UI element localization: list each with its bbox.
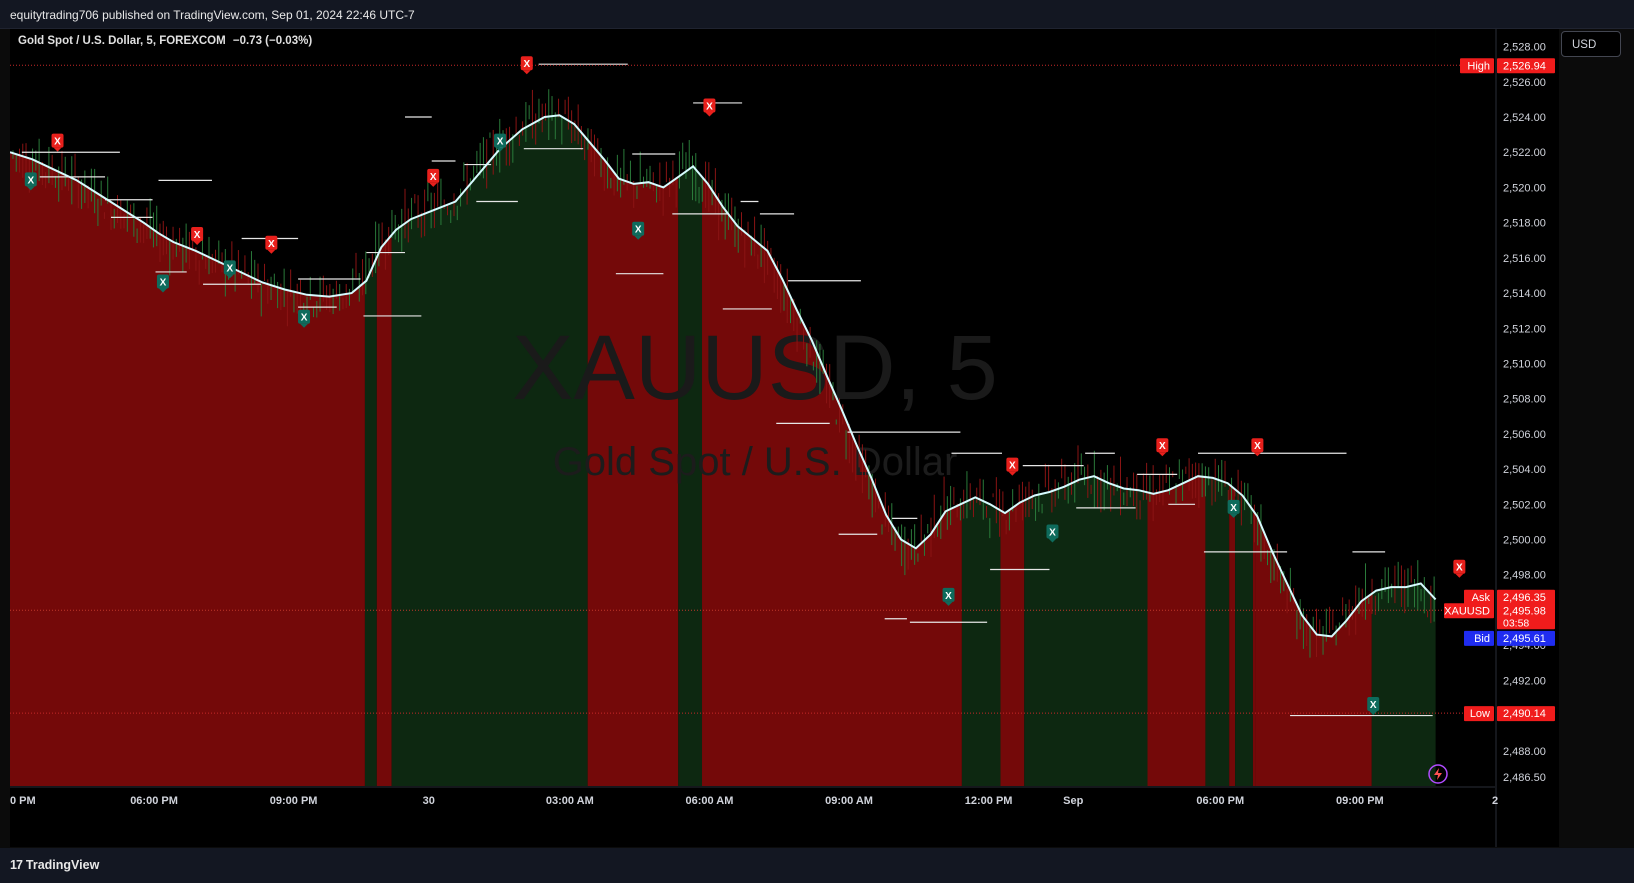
marker-label: X: [226, 263, 233, 274]
price-tag-value: 2,495.98: [1503, 605, 1546, 617]
symbol-legend: Gold Spot / U.S. Dollar, 5, FOREXCOM −0.…: [18, 35, 312, 47]
x-tick-label: 09:00 PM: [270, 795, 318, 807]
price-tag-name: Ask: [1472, 592, 1491, 604]
chart-right-mask: [1435, 29, 1495, 786]
publish-header: equitytrading706 published on TradingVie…: [0, 0, 1634, 29]
x-tick-label: 2: [1492, 795, 1498, 807]
y-tick-label: 2,516.00: [1503, 253, 1546, 265]
x-tick-label: 06:00 AM: [685, 795, 733, 807]
y-tick-label: 2,520.00: [1503, 182, 1546, 194]
marker-label: X: [430, 172, 437, 183]
y-tick-label: 2,510.00: [1503, 358, 1546, 370]
y-tick-label: 2,498.00: [1503, 570, 1546, 582]
price-tag-name: Bid: [1474, 633, 1490, 645]
y-tick-label: 2,488.00: [1503, 746, 1546, 758]
price-tag-bid: Bid 2,495.61: [1464, 630, 1555, 646]
price-tag-value: 2,490.14: [1503, 708, 1546, 720]
price-tag-value: 2,495.61: [1503, 633, 1546, 645]
x-tick-label: 12:00 PM: [965, 795, 1013, 807]
marker-label: X: [945, 591, 952, 602]
y-tick-label: 2,502.00: [1503, 499, 1546, 511]
tradingview-mark-icon: 17: [10, 858, 23, 872]
y-tick-label: 2,504.00: [1503, 464, 1546, 476]
tradingview-wordmark: TradingView: [25, 858, 100, 872]
y-tick-label: 2,506.00: [1503, 429, 1546, 441]
chart-area[interactable]: XAUUSD, 5 Gold Spot / U.S. Dollar X X X X X X X X…: [10, 29, 1559, 847]
marker-label: X: [1456, 563, 1463, 574]
y-tick-label: 2,500.00: [1503, 535, 1546, 547]
marker-label: X: [301, 313, 308, 324]
price-chart[interactable]: XAUUSD, 5 Gold Spot / U.S. Dollar X X X X X X X X…: [10, 29, 1559, 847]
marker-label: X: [1230, 503, 1237, 514]
publish-line: equitytrading706 published on TradingVie…: [10, 8, 415, 22]
y-tick-label: 2,486.50: [1503, 772, 1546, 784]
marker-label: X: [268, 239, 275, 250]
y-tick-label: 2,528.00: [1503, 42, 1546, 54]
y-tick-label: 2,514.00: [1503, 288, 1546, 300]
price-tag-value: 2,496.35: [1503, 592, 1546, 604]
marker-label: X: [1370, 700, 1377, 711]
y-tick-label: 2,526.00: [1503, 77, 1546, 89]
x-tick-label: 09:00 PM: [1336, 795, 1384, 807]
footer: 17 TradingView: [0, 848, 1634, 883]
price-tag-name: Low: [1470, 708, 1490, 720]
marker-label: X: [1009, 461, 1016, 472]
y-tick-label: 2,524.00: [1503, 112, 1546, 124]
marker-label: X: [160, 278, 167, 289]
marker-label: X: [497, 137, 504, 148]
x-tick-label: 03:00 AM: [546, 795, 594, 807]
symbol-title: Gold Spot / U.S. Dollar, 5, FOREXCOM: [18, 35, 226, 47]
y-tick-label: 2,508.00: [1503, 394, 1546, 406]
marker-label: X: [523, 59, 530, 70]
x-tick-label: Sep: [1063, 795, 1083, 807]
price-tag-ask: Ask 2,496.35: [1464, 589, 1555, 605]
y-tick-label: 2,512.00: [1503, 323, 1546, 335]
marker-label: X: [27, 175, 34, 186]
y-tick-label: 2,522.00: [1503, 147, 1546, 159]
marker-label: X: [635, 225, 642, 236]
marker-label: X: [1049, 527, 1056, 538]
x-tick-label: 06:00 PM: [130, 795, 178, 807]
x-tick-label: 0 PM: [10, 795, 36, 807]
marker-label: X: [1159, 441, 1166, 452]
price-tag-value: 2,526.94: [1503, 60, 1546, 72]
y-tick-label: 2,492.00: [1503, 675, 1546, 687]
price-tag-name: XAUUSD: [1444, 605, 1490, 617]
price-tag-low: Low 2,490.14: [1464, 706, 1555, 722]
marker-label: X: [1254, 441, 1261, 452]
x-tick-label: 09:00 AM: [825, 795, 873, 807]
price-tag-high: High 2,526.94: [1460, 58, 1555, 74]
y-tick-label: 2,518.00: [1503, 218, 1546, 230]
price-change: −0.73 (−0.03%): [232, 35, 313, 47]
x-tick-label: 06:00 PM: [1196, 795, 1244, 807]
price-tag-countdown: 03:58: [1503, 617, 1529, 629]
x-tick-label: 30: [423, 795, 435, 807]
marker-label: X: [706, 101, 713, 112]
marker-label: X: [54, 137, 61, 148]
marker-label: X: [194, 230, 201, 241]
tradingview-logo[interactable]: 17 TradingView: [10, 858, 99, 872]
currency-button[interactable]: USD: [1561, 31, 1621, 57]
price-tag-name: High: [1467, 60, 1490, 72]
watermark-name: Gold Spot / U.S. Dollar: [553, 440, 958, 484]
watermark-symbol: XAUUSD, 5: [512, 317, 998, 419]
